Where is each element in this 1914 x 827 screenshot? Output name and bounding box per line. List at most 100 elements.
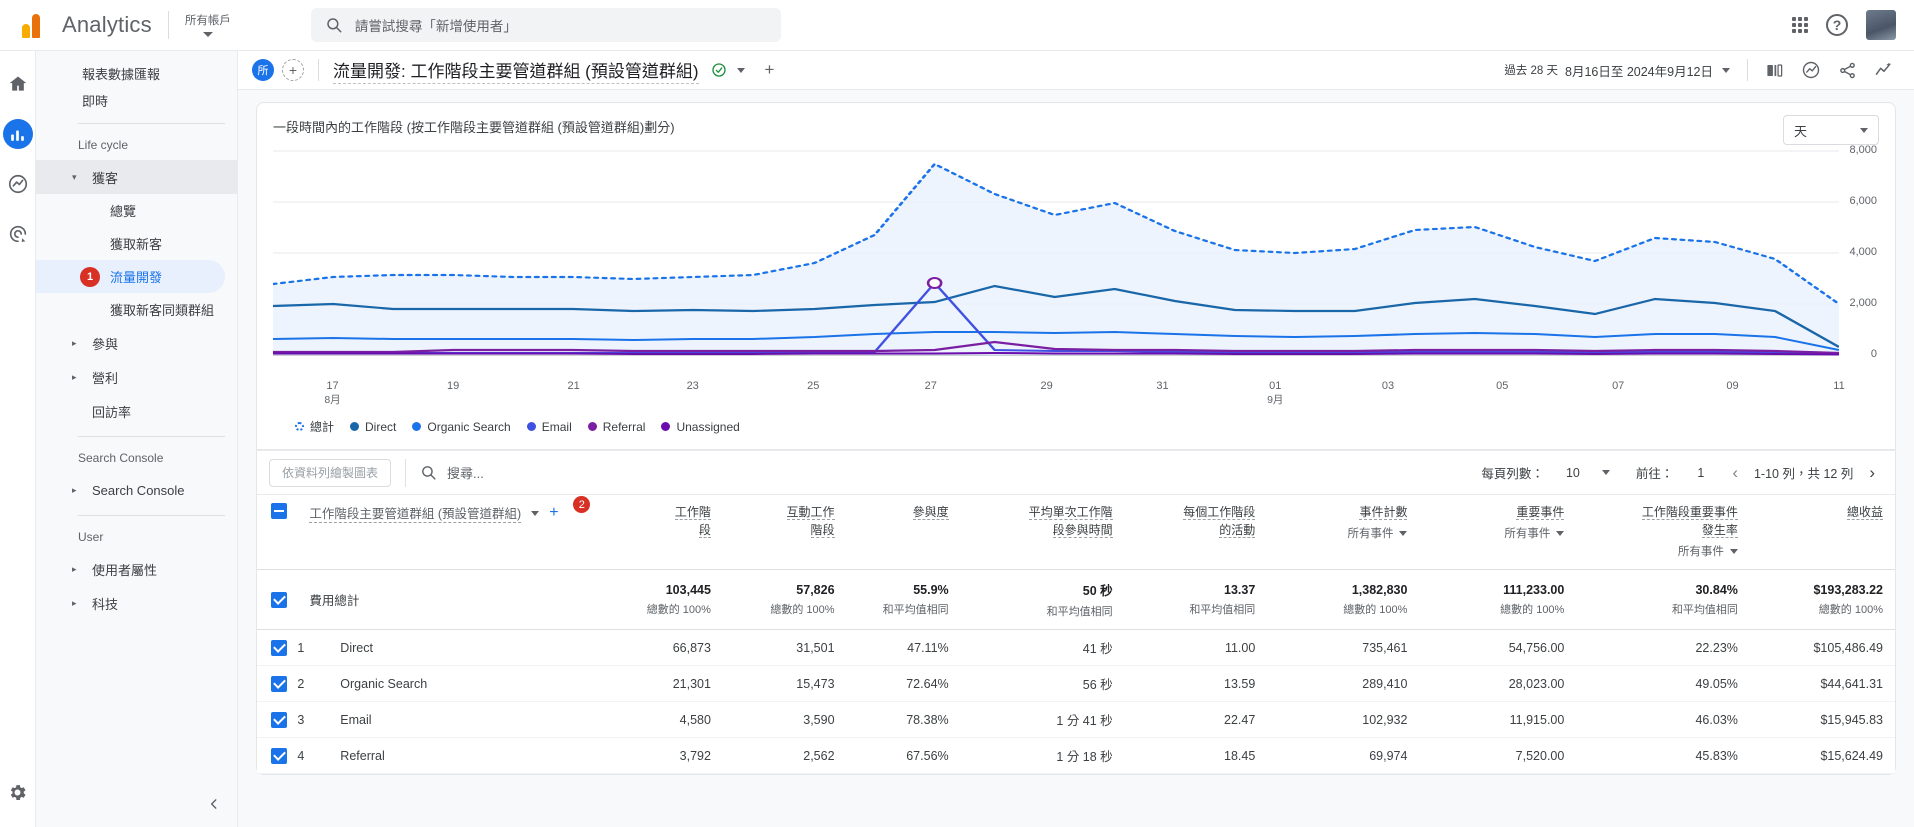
table-row[interactable]: 2 Organic Search 21,301 15,473 72.64% 56…: [257, 665, 1895, 702]
rail-item-settings[interactable]: [3, 777, 33, 807]
sidebar-item-user-attributes[interactable]: ▸ 使用者屬性: [36, 552, 237, 586]
account-selector[interactable]: 所有帳戶: [185, 14, 231, 37]
goto-page[interactable]: 前往： 1: [1636, 463, 1704, 482]
row-cell: 18.45: [1124, 737, 1268, 774]
table-toolbar: 依資料列繪製圖表 搜尋... 每頁列數： 10 前往： 1 ‹ 1-10 列，共…: [257, 450, 1895, 494]
metric-header-label[interactable]: 參與度: [912, 505, 949, 520]
add-comparison-button[interactable]: +: [282, 59, 304, 81]
sidebar-item-user-acquisition[interactable]: 獲取新客: [36, 227, 237, 260]
legend-item-direct[interactable]: Direct: [350, 420, 396, 434]
rail-item-reports[interactable]: [2, 119, 33, 149]
check-circle-icon[interactable]: [711, 62, 727, 78]
dimension-header-label[interactable]: 工作階段主要管道群組 (預設管道群組): [309, 503, 522, 523]
sidebar-collapse-button[interactable]: [203, 793, 225, 815]
sidebar-item-search-console[interactable]: ▸ Search Console: [36, 473, 237, 507]
time-series-chart[interactable]: 8,000 6,000 4,000 2,000 0: [273, 144, 1879, 378]
table-row[interactable]: 1 Direct 66,873 31,501 47.11% 41 秒 11.00…: [257, 629, 1895, 666]
add-dimension-button[interactable]: +: [549, 504, 558, 522]
row-dimension[interactable]: Direct: [328, 629, 600, 666]
sidebar-item-retention[interactable]: 回訪率: [36, 394, 237, 428]
sidebar-item-label: 科技: [92, 596, 119, 612]
legend-item-organic-search[interactable]: Organic Search: [412, 420, 511, 434]
insights-icon[interactable]: [1801, 60, 1821, 80]
ai-insights-icon[interactable]: [1874, 60, 1894, 80]
row-checkbox[interactable]: [271, 675, 287, 692]
legend-item-unassigned[interactable]: Unassigned: [661, 420, 740, 434]
legend-item-referral[interactable]: Referral: [587, 420, 645, 434]
home-icon: [9, 76, 26, 91]
metric-header-label[interactable]: 事件計數: [1359, 505, 1408, 520]
table-row[interactable]: 3 Email 4,580 3,590 78.38% 1 分 41 秒 22.4…: [257, 701, 1895, 738]
sidebar-item-traffic-acquisition[interactable]: 1 流量開發: [36, 260, 225, 293]
metric-subfilter[interactable]: 所有事件: [1588, 543, 1738, 559]
metric-header-label[interactable]: 互動工作 階段: [786, 505, 835, 538]
sidebar-item-realtime[interactable]: 即時: [36, 88, 237, 113]
x-tick: 07: [1612, 380, 1625, 392]
property-chip[interactable]: 所: [252, 59, 274, 81]
sidebar-item-acquisition[interactable]: ▾ 獲客: [36, 160, 237, 194]
metric-header-label[interactable]: 工作階 段: [674, 505, 711, 538]
granularity-value: 天: [1794, 123, 1808, 139]
rail-item-advertising[interactable]: [3, 219, 33, 249]
metric-subfilter[interactable]: 所有事件: [1279, 525, 1408, 541]
metric-header-label[interactable]: 平均單次工作階 段參與時間: [1028, 505, 1113, 538]
legend-item-total[interactable]: 總計: [295, 418, 334, 435]
share-icon[interactable]: [1838, 61, 1857, 80]
rail-item-explore[interactable]: [3, 169, 33, 199]
row-cell: 1 分 41 秒: [960, 701, 1125, 738]
help-icon[interactable]: ?: [1826, 14, 1848, 36]
sidebar-item-label: 回訪率: [92, 404, 132, 420]
total-cell: 103,445 總數的 100%: [599, 569, 723, 630]
row-dimension[interactable]: Organic Search: [328, 665, 600, 702]
row-index: 4: [297, 737, 329, 774]
table-search-input[interactable]: 搜尋...: [420, 463, 484, 482]
row-checkbox[interactable]: [271, 711, 287, 728]
row-checkbox[interactable]: [271, 591, 287, 608]
chevron-down-icon[interactable]: [531, 510, 540, 516]
row-dimension[interactable]: Referral: [328, 737, 600, 774]
add-button[interactable]: +: [765, 60, 775, 80]
sidebar-badge: 1: [80, 266, 100, 287]
row-checkbox[interactable]: [271, 747, 287, 764]
row-select-cell: [257, 665, 298, 702]
sidebar-item-label: 參與: [92, 336, 119, 352]
compare-icon[interactable]: [1765, 61, 1784, 80]
date-range-selector[interactable]: 過去 28 天 8月16日至 2024年9月12日: [1504, 61, 1730, 80]
metric-header-label[interactable]: 總收益: [1846, 505, 1883, 520]
sidebar-item-label: 即時: [82, 94, 109, 109]
metric-header-label[interactable]: 工作階段重要事件 發生率: [1641, 505, 1738, 538]
chevron-down-icon: [1722, 67, 1730, 73]
legend-item-email[interactable]: Email: [526, 420, 572, 434]
granularity-select[interactable]: 天: [1783, 115, 1879, 145]
sidebar-item-acquisition-cohorts[interactable]: 獲取新客同類群組: [36, 293, 237, 326]
global-search-input[interactable]: 請嘗試搜尋「新增使用者」: [310, 8, 781, 42]
metric-subfilter[interactable]: 所有事件: [1431, 525, 1565, 541]
plot-rows-button[interactable]: 依資料列繪製圖表: [269, 458, 392, 487]
rows-per-page[interactable]: 每頁列數： 10: [1481, 463, 1610, 482]
avatar[interactable]: [1866, 10, 1896, 40]
table-row[interactable]: 4 Referral 3,792 2,562 67.56% 1 分 18 秒 1…: [257, 737, 1895, 774]
sidebar: 報表數據匯報 即時 Life cycle ▾ 獲客 總覽 獲取新客 1 流量開發…: [36, 51, 238, 827]
select-all-checkbox[interactable]: [271, 503, 287, 519]
grid-apps-icon[interactable]: [1792, 17, 1808, 33]
chevron-down-icon[interactable]: [736, 67, 745, 73]
chart-x-axis: 17 8月 19 21 23 25 27 29 31 01 9月 03 05 07 …: [273, 380, 1844, 412]
sidebar-item-reports-snapshot[interactable]: 報表數據匯報: [36, 61, 237, 86]
next-page-button[interactable]: ›: [1861, 463, 1883, 483]
brand-title: Analytics: [62, 12, 152, 37]
prev-page-button[interactable]: ‹: [1724, 463, 1746, 483]
sidebar-item-overview[interactable]: 總覽: [36, 194, 237, 227]
sidebar-item-tech[interactable]: ▸ 科技: [36, 586, 237, 620]
y-tick-0: 0: [1870, 348, 1877, 360]
sidebar-item-monetisation[interactable]: ▸ 營利: [36, 360, 237, 394]
sidebar-item-engagement[interactable]: ▸ 參與: [36, 326, 237, 360]
report-scroll-area[interactable]: 一段時間內的工作階段 (按工作階段主要管道群組 (預設管道群組)劃分) 天 8,…: [238, 90, 1914, 827]
row-checkbox[interactable]: [271, 639, 287, 656]
metric-header-label[interactable]: 每個工作階段 的活動: [1183, 505, 1256, 538]
explore-icon: [8, 174, 27, 194]
row-dimension[interactable]: Email: [328, 701, 600, 738]
total-subvalue: 總數的 100%: [1343, 603, 1408, 616]
metric-header-label[interactable]: 重要事件: [1516, 505, 1565, 520]
row-cell: 15,473: [722, 665, 847, 702]
rail-item-home[interactable]: [3, 69, 33, 99]
